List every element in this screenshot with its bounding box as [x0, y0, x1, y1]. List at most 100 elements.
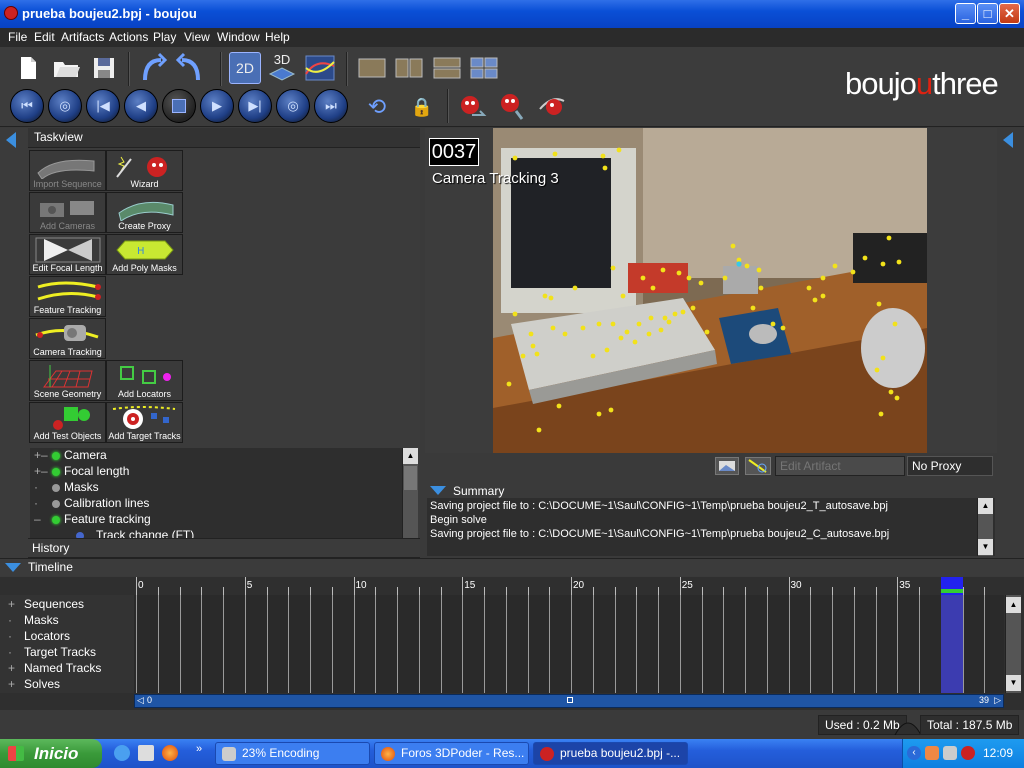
start-button[interactable]: Inicio [0, 739, 102, 768]
tree-collapse-icon[interactable]: – [34, 512, 41, 526]
tree-expand-icon[interactable]: + [8, 677, 15, 691]
layout-single-button[interactable] [356, 52, 388, 84]
graph-view-button[interactable] [304, 52, 336, 84]
scroll-up-icon[interactable]: ▲ [403, 448, 418, 464]
next-key-button[interactable]: ▶| [238, 89, 272, 123]
tree-scrollbar[interactable]: ▲ [402, 448, 418, 538]
timeline-row-solves[interactable]: + Solves [0, 677, 134, 693]
quicklaunch-more-icon[interactable]: » [196, 743, 202, 755]
task-add-target-tracks[interactable]: Add Target Tracks [106, 402, 183, 443]
tree-expand-icon[interactable]: +– [34, 448, 48, 462]
summary-scrollbar[interactable]: ▲ ▼ [977, 498, 993, 556]
taskbar-item-encoding[interactable]: 23% Encoding [215, 742, 370, 765]
task-camera-tracking[interactable]: Camera Tracking [29, 318, 106, 359]
menu-artifacts[interactable]: Artifacts [61, 30, 104, 44]
new-file-button[interactable] [12, 52, 44, 84]
timeline-tracks[interactable] [134, 595, 1004, 693]
firefox-icon[interactable] [162, 745, 178, 761]
range-end-handle-icon[interactable]: ▷ [994, 695, 1001, 706]
scroll-down-icon[interactable]: ▼ [1006, 675, 1021, 691]
tree-row-feature-tracking[interactable]: – Feature tracking [30, 512, 400, 528]
tree-row-calibration-lines[interactable]: · Calibration lines [30, 496, 400, 512]
collapse-left-arrow-icon[interactable] [6, 132, 16, 148]
close-button[interactable]: ✕ [999, 3, 1020, 24]
maximize-button[interactable]: □ [977, 3, 998, 24]
scroll-up-icon[interactable]: ▲ [978, 498, 993, 514]
task-add-test-objects[interactable]: Add Test Objects [29, 402, 106, 443]
taskbar-item-boujou[interactable]: prueba boujeu2.bpj -... [533, 742, 688, 765]
layout-quad-button[interactable] [468, 52, 500, 84]
minimize-button[interactable]: _ [955, 3, 976, 24]
collapse-right-arrow-icon[interactable] [1003, 132, 1013, 148]
task-edit-focal-length[interactable]: Edit Focal Length [29, 234, 106, 275]
collapse-down-arrow-icon[interactable] [430, 486, 446, 495]
tree-row-camera[interactable]: +– Camera [30, 448, 400, 464]
undo-button[interactable] [137, 52, 169, 84]
previous-key-button[interactable]: |◀ [86, 89, 120, 123]
tree-row-track-change[interactable]: Track change (FT) [30, 528, 400, 538]
scroll-down-icon[interactable]: ▼ [978, 539, 993, 555]
menu-actions[interactable]: Actions [109, 30, 148, 44]
scrub-forward-button[interactable]: ◎ [276, 89, 310, 123]
tree-expand-icon[interactable]: +– [34, 464, 48, 478]
open-file-button[interactable] [50, 52, 82, 84]
current-frame-column[interactable] [941, 595, 964, 693]
scrub-back-button[interactable]: ◎ [48, 89, 82, 123]
timeline-row-masks[interactable]: · Masks [0, 613, 134, 629]
task-scene-geometry[interactable]: Scene Geometry [29, 360, 106, 401]
menu-edit[interactable]: Edit [34, 30, 55, 44]
stop-button[interactable] [162, 89, 196, 123]
task-feature-tracking[interactable]: Feature Tracking [29, 276, 106, 317]
layout-split-button[interactable] [393, 52, 425, 84]
tray-app-icon[interactable] [925, 746, 939, 760]
timeline-row-sequences[interactable]: + Sequences [0, 597, 134, 613]
desktop-shortcut-icon[interactable] [138, 745, 154, 761]
timeline-row-locators[interactable]: · Locators [0, 629, 134, 645]
history-header[interactable]: History [28, 538, 420, 558]
tray-expand-icon[interactable]: ‹ [907, 746, 921, 760]
menu-window[interactable]: Window [217, 30, 260, 44]
tree-expand-icon[interactable]: + [8, 661, 15, 675]
snapshot-button[interactable] [715, 457, 739, 475]
view-3d-button[interactable]: 3D [266, 52, 298, 84]
task-add-poly-masks[interactable]: H Add Poly Masks [106, 234, 183, 275]
security-shield-icon[interactable] [961, 746, 975, 760]
tree-row-focal-length[interactable]: +– Focal length [30, 464, 400, 480]
scroll-thumb[interactable] [404, 466, 417, 490]
loop-button[interactable]: ⟲ [361, 91, 393, 123]
track-forward-button[interactable] [456, 91, 488, 123]
play-forward-button[interactable]: ▶ [200, 89, 234, 123]
task-add-locators[interactable]: Add Locators [106, 360, 183, 401]
tree-expand-icon[interactable]: + [8, 597, 15, 611]
scroll-up-icon[interactable]: ▲ [1006, 597, 1021, 613]
redo-button[interactable] [174, 52, 206, 84]
save-file-button[interactable] [88, 52, 120, 84]
collapse-timeline-arrow-icon[interactable] [5, 563, 21, 572]
proxy-select[interactable]: No Proxy [907, 456, 993, 476]
timeline-range-bar[interactable]: ◁ 0 39 ▷ [134, 694, 1004, 708]
menu-help[interactable]: Help [265, 30, 290, 44]
menu-view[interactable]: View [184, 30, 210, 44]
menu-play[interactable]: Play [153, 30, 176, 44]
range-center-handle[interactable] [567, 697, 573, 703]
lock-view-button[interactable]: 🔒 [406, 91, 438, 123]
task-create-proxy[interactable]: Create Proxy [106, 192, 183, 233]
network-icon[interactable] [943, 746, 957, 760]
taskbar-item-forum[interactable]: Foros 3DPoder - Res... [374, 742, 529, 765]
task-add-cameras[interactable]: Add Cameras [29, 192, 106, 233]
task-import-sequence[interactable]: Import Sequence [29, 150, 106, 191]
last-frame-button[interactable]: ⏭ [314, 89, 348, 123]
range-start-handle-icon[interactable]: ◁ [137, 695, 144, 706]
boujou-app-icon[interactable] [4, 6, 18, 20]
task-wizard[interactable]: Wizard [106, 150, 183, 191]
frame-ruler[interactable]: 0 5 10 15 20 25 30 35 [134, 577, 1004, 595]
internet-explorer-icon[interactable] [114, 745, 130, 761]
timeline-row-named-tracks[interactable]: + Named Tracks [0, 661, 134, 677]
tree-row-masks[interactable]: · Masks [30, 480, 400, 496]
track-down-button[interactable] [496, 91, 528, 123]
layout-stacked-button[interactable] [431, 52, 463, 84]
play-backward-button[interactable]: ◀ [124, 89, 158, 123]
timeline-row-target-tracks[interactable]: · Target Tracks [0, 645, 134, 661]
track-solve-button[interactable] [536, 91, 568, 123]
view-2d-button[interactable]: 2D [229, 52, 261, 84]
